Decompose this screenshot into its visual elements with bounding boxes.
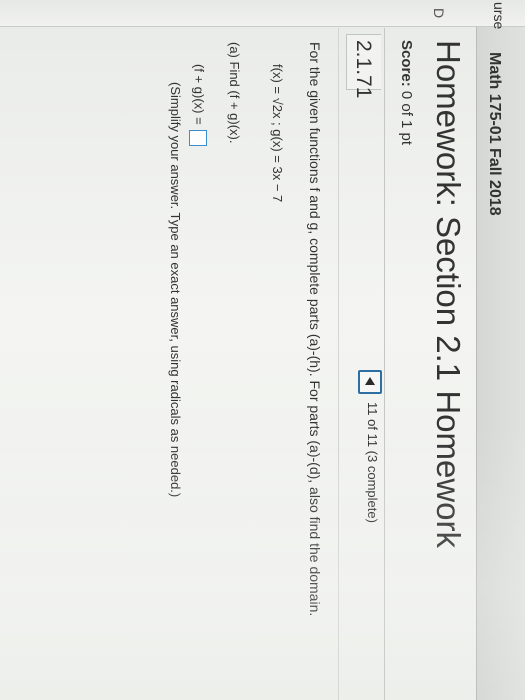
part-a-prompt: (a) Find (f + g)(x). [227,42,242,144]
divider [384,28,385,700]
answer-label: (f + g)(x) = [191,64,207,125]
score-label: Score: [398,40,415,87]
screen: Math 175-01 Fall 2018 urse D Homework: S… [0,0,525,700]
top-bar: Math 175-01 Fall 2018 [476,0,525,700]
left-triangle-icon [365,377,375,385]
page-title: Homework: Section 2.1 Homework [430,40,467,549]
previous-question-button[interactable] [358,370,382,394]
problem-id: 2.1.71 [352,40,375,99]
course-title: Math 175-01 Fall 2018 [486,52,503,216]
score: Score: 0 of 1 pt [398,40,415,145]
left-rail: urse D [0,0,525,29]
question-progress: 11 of 11 (3 complete) [365,402,380,523]
answer-input[interactable] [189,130,207,147]
content-divider [338,28,339,700]
answer-row: (f + g)(x) = [189,64,207,147]
problem-instructions: For the given functions f and g, complet… [307,42,323,617]
rail-nav-item[interactable]: D [431,8,447,18]
function-definitions: f(x) = √2x ; g(x) = 3x − 7 [270,64,285,203]
score-value: 0 of 1 pt [398,90,415,146]
rail-course-link[interactable]: urse [491,2,507,29]
answer-hint: (Simplify your answer. Type an exact ans… [168,82,183,498]
